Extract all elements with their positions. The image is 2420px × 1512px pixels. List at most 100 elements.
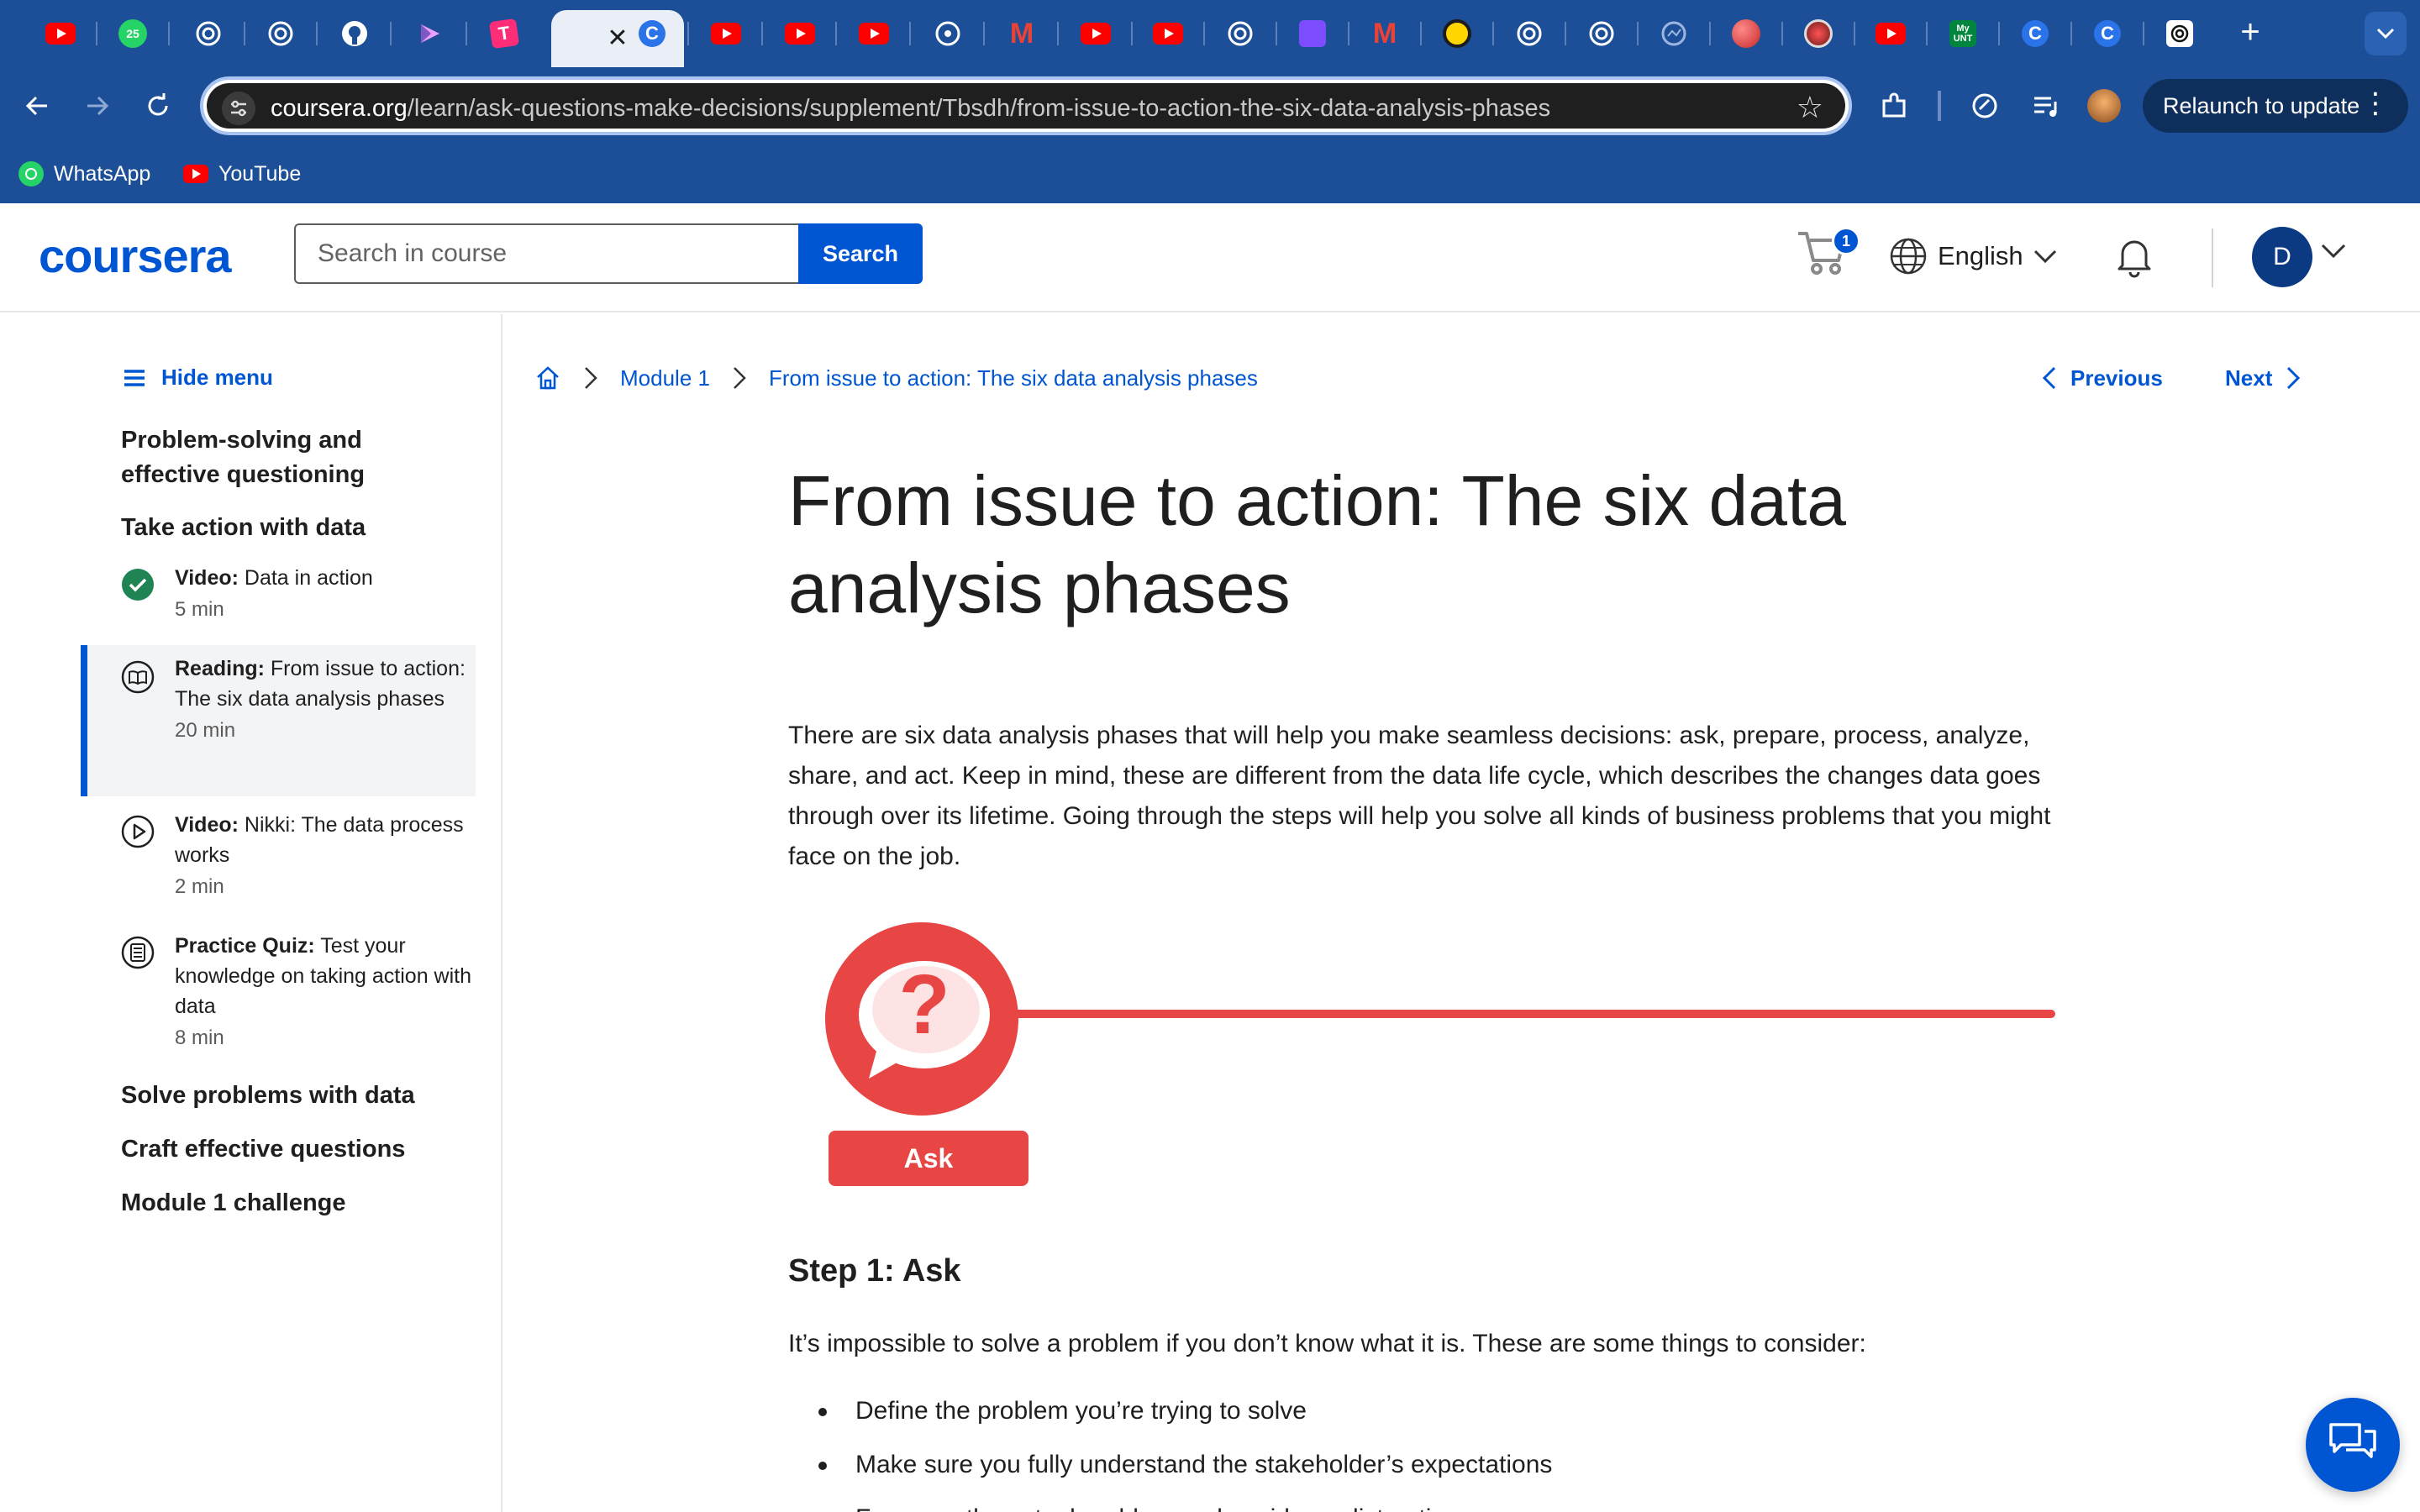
breadcrumb-current[interactable]: From issue to action: The six data analy… <box>769 365 1258 391</box>
sidebar-section-problem-solving[interactable]: Problem-solving and effective questionin… <box>121 423 424 492</box>
tab-openai[interactable] <box>190 15 227 52</box>
sidebar-section-module-challenge[interactable]: Module 1 challenge <box>121 1186 424 1221</box>
tab-my-unt[interactable]: My UNT <box>1944 15 1981 52</box>
sidebar-section-craft-questions[interactable]: Craft effective questions <box>121 1132 424 1167</box>
previous-button[interactable]: Previous <box>2042 360 2163 396</box>
tab-search-button[interactable] <box>2365 12 2407 55</box>
tab-openai-4[interactable] <box>2161 15 2198 52</box>
sidebar-item-title: Reading: From issue to action: The six d… <box>175 654 476 714</box>
forward-button[interactable] <box>77 86 118 126</box>
video-camera-icon <box>1299 20 1326 47</box>
tab-youtube-7[interactable] <box>1872 15 1909 52</box>
gmail-icon: M <box>1009 17 1034 50</box>
chevron-down-icon <box>2376 28 2395 39</box>
item-type: Video: <box>175 566 239 590</box>
tab-openai-3[interactable] <box>1222 15 1259 52</box>
tab-separator <box>909 22 911 45</box>
tab-whatsapp[interactable]: 25 <box>114 15 151 52</box>
coursera-logo[interactable]: coursera <box>39 228 232 283</box>
sidebar-item-practice-quiz[interactable]: Practice Quiz: Test your knowledge on ta… <box>81 926 476 1068</box>
site-info-icon[interactable] <box>222 92 255 125</box>
hide-menu-label: Hide menu <box>161 365 273 390</box>
app-icon <box>1732 19 1760 48</box>
globe-icon <box>1890 238 1927 275</box>
new-tab-button[interactable]: + <box>2232 13 2269 50</box>
bookmark-star-icon[interactable]: ☆ <box>1797 90 1823 125</box>
tab-app-3[interactable] <box>929 15 966 52</box>
item-type: Video: <box>175 813 239 837</box>
tab-app-8[interactable] <box>1655 15 1692 52</box>
youtube-icon <box>711 23 741 45</box>
url-text: coursera.org/learn/ask-questions-make-de… <box>271 95 1550 123</box>
notifications-button[interactable] <box>2111 234 2158 281</box>
item-type: Reading: <box>175 657 265 680</box>
item-duration: 2 min <box>175 875 224 898</box>
hide-menu-button[interactable]: Hide menu <box>123 365 273 391</box>
relaunch-button[interactable]: Relaunch to update ⋮ <box>2143 79 2408 133</box>
breadcrumb-module-link[interactable]: Module 1 <box>620 365 710 391</box>
sidebar-item-video-nikki[interactable]: Video: Nikki: The data process works 2 m… <box>81 805 476 917</box>
tab-separator <box>1203 22 1205 45</box>
tab-app-4[interactable] <box>1294 15 1331 52</box>
tab-gmail-2[interactable]: M <box>1366 15 1403 52</box>
search-button[interactable]: Search <box>798 223 923 284</box>
tab-app-10[interactable] <box>1800 15 1837 52</box>
bookmark-whatsapp[interactable]: WhatsApp <box>18 158 150 190</box>
tab-youtube-2[interactable] <box>708 15 744 52</box>
tab-coursera[interactable]: C <box>634 15 671 52</box>
cart-count-badge: 1 <box>1832 227 1860 255</box>
tab-separator <box>1057 22 1059 45</box>
browser-toolbar: coursera.org/learn/ask-questions-make-de… <box>0 67 2420 144</box>
tab-youtube-4[interactable] <box>855 15 892 52</box>
tab-youtube-5[interactable] <box>1077 15 1114 52</box>
header-divider <box>2212 228 2213 287</box>
tab-separator <box>1131 22 1133 45</box>
performance-icon[interactable] <box>1965 86 2005 126</box>
sidebar-item-video-data-in-action[interactable]: Video: Data in action 5 min <box>81 563 476 645</box>
tab-app-9[interactable] <box>1728 15 1765 52</box>
tab-app-6[interactable] <box>1511 15 1548 52</box>
youtube-icon <box>45 23 76 45</box>
bookmark-youtube[interactable]: YouTube <box>183 158 301 190</box>
tab-openai-2[interactable] <box>262 15 299 52</box>
cart-button[interactable]: 1 <box>1795 225 1860 284</box>
tab-app-7[interactable] <box>1583 15 1620 52</box>
tab-coursera-3[interactable]: C <box>2089 15 2126 52</box>
next-button[interactable]: Next <box>2225 360 2301 396</box>
sidebar-section-take-action[interactable]: Take action with data <box>121 511 424 545</box>
tab-youtube-3[interactable] <box>781 15 818 52</box>
extensions-icon[interactable] <box>1874 86 1914 126</box>
tab-app[interactable] <box>412 15 449 52</box>
reload-button[interactable] <box>138 86 178 126</box>
list-item: Define the problem you’re trying to solv… <box>788 1391 2082 1431</box>
tab-youtube[interactable] <box>42 15 79 52</box>
search-input[interactable] <box>294 223 798 284</box>
tab-separator <box>1348 22 1349 45</box>
profile-avatar-icon[interactable] <box>2084 86 2124 126</box>
home-icon[interactable] <box>534 365 561 391</box>
step-1-paragraph: It’s impossible to solve a problem if yo… <box>788 1330 1866 1357</box>
language-selector[interactable]: English <box>1889 235 2057 277</box>
media-control-icon[interactable] <box>2025 86 2065 126</box>
app-icon <box>1661 21 1686 46</box>
tab-app-2[interactable]: T <box>486 15 523 52</box>
next-label: Next <box>2225 365 2273 391</box>
youtube-icon <box>859 23 889 45</box>
tab-separator <box>1492 22 1494 45</box>
sidebar-item-reading-current[interactable]: Reading: From issue to action: The six d… <box>81 645 476 796</box>
user-avatar[interactable]: D <box>2252 227 2312 287</box>
chevron-down-icon[interactable] <box>2321 244 2346 259</box>
back-button[interactable] <box>17 86 57 126</box>
close-icon[interactable]: ✕ <box>607 26 628 51</box>
tab-separator <box>1998 22 2000 45</box>
chat-help-button[interactable] <box>2306 1398 2400 1492</box>
tab-app-5[interactable] <box>1439 15 1476 52</box>
tab-separator <box>1781 22 1783 45</box>
tab-youtube-6[interactable] <box>1150 15 1186 52</box>
address-bar[interactable]: coursera.org/learn/ask-questions-make-de… <box>200 76 1852 135</box>
tab-gmail[interactable]: M <box>1003 15 1040 52</box>
app-icon <box>1589 21 1614 46</box>
sidebar-section-solve-problems[interactable]: Solve problems with data <box>121 1079 424 1113</box>
tab-github[interactable] <box>336 15 373 52</box>
tab-coursera-2[interactable]: C <box>2017 15 2054 52</box>
